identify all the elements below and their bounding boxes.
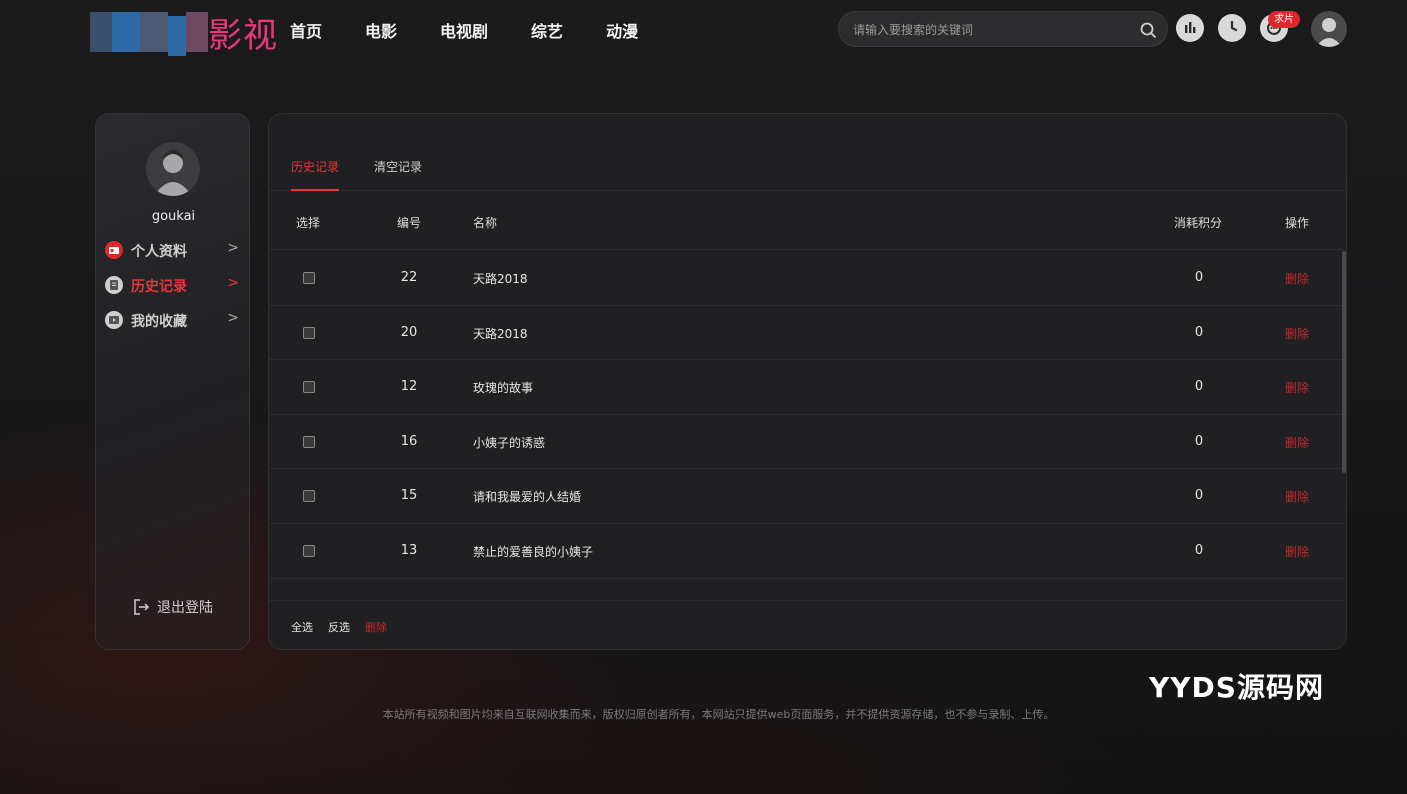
- nav-anime[interactable]: 动漫: [606, 18, 638, 42]
- batch-delete-button[interactable]: 删除: [365, 619, 387, 635]
- column-name: 名称: [473, 216, 498, 230]
- logo-pixel: [140, 12, 168, 52]
- logo-pixel: [168, 16, 186, 56]
- sidebar-item-label: 历史记录: [131, 279, 187, 295]
- column-id: 编号: [397, 216, 422, 230]
- logo-text: 影视: [208, 16, 278, 56]
- nav-variety[interactable]: 综艺: [531, 18, 563, 42]
- row-id: 12: [400, 379, 418, 395]
- row-checkbox[interactable]: [303, 326, 315, 339]
- table-row: 13 禁止的爱善良的小姨子 0 删除: [269, 524, 1344, 579]
- row-id: 13: [400, 542, 418, 558]
- logo-pixel: [186, 12, 208, 52]
- chevron-right-icon: >: [227, 240, 239, 256]
- row-title[interactable]: 天路2018: [473, 325, 528, 342]
- history-clock-icon[interactable]: [1218, 14, 1246, 42]
- chevron-right-icon: >: [227, 275, 239, 291]
- table-row: 15 请和我最爱的人结婚 0 删除: [269, 469, 1344, 524]
- nav-movies[interactable]: 电影: [365, 18, 397, 42]
- search-box: [838, 11, 1168, 47]
- column-points: 消耗积分: [1174, 216, 1223, 230]
- row-checkbox[interactable]: [303, 435, 315, 448]
- site-logo[interactable]: 影视: [90, 6, 280, 56]
- row-checkbox[interactable]: [303, 272, 315, 284]
- row-id: 16: [400, 433, 418, 449]
- nav-tv-series[interactable]: 电视剧: [440, 18, 488, 42]
- table-footer: 全选 反选 删除: [269, 600, 1344, 649]
- column-action: 操作: [1285, 216, 1310, 230]
- row-title[interactable]: 天路2018: [473, 270, 528, 287]
- row-points: 0: [1194, 270, 1204, 285]
- ranking-icon[interactable]: [1176, 14, 1204, 42]
- row-delete-button[interactable]: 删除: [1285, 543, 1309, 560]
- sidebar-item-profile[interactable]: 个人资料 >: [105, 238, 245, 264]
- table-row: 12 玫瑰的故事 0 删除: [269, 360, 1344, 415]
- copyright-notice: 本站所有视频和图片均来自互联网收集而来，版权归原创者所有，本网站只提供web页面…: [382, 708, 1055, 721]
- table-scrollbar[interactable]: [1342, 251, 1346, 473]
- top-header: 影视 首页 电影 电视剧 综艺 动漫 求片: [0, 0, 1407, 58]
- user-avatar[interactable]: [1311, 11, 1347, 47]
- sidebar-item-history[interactable]: 历史记录 >: [105, 273, 245, 299]
- row-title[interactable]: 玫瑰的故事: [473, 379, 533, 396]
- history-panel: 历史记录 清空记录 选择 编号 名称 消耗积分 操作 22 天路2018 0 删…: [268, 113, 1347, 650]
- row-delete-button[interactable]: 删除: [1285, 434, 1309, 451]
- row-delete-button[interactable]: 删除: [1285, 325, 1309, 342]
- row-points: 0: [1194, 324, 1204, 340]
- row-checkbox[interactable]: [303, 381, 315, 394]
- row-points: 0: [1194, 488, 1204, 504]
- table-row: 20 天路2018 0 删除: [269, 306, 1344, 361]
- column-select: 选择: [296, 216, 321, 230]
- select-all-button[interactable]: 全选: [291, 619, 313, 635]
- row-points: 0: [1194, 433, 1204, 449]
- row-points: 0: [1194, 379, 1204, 395]
- sidebar-item-favorites[interactable]: 我的收藏 >: [105, 308, 245, 334]
- row-delete-button[interactable]: 删除: [1285, 488, 1309, 505]
- sidebar-item-label: 个人资料: [131, 244, 187, 260]
- row-id: 22: [400, 270, 418, 285]
- favorite-video-icon: [105, 311, 123, 329]
- logo-pixel: [90, 12, 112, 52]
- row-delete-button[interactable]: 删除: [1285, 379, 1309, 396]
- history-table-body: 22 天路2018 0 删除 20 天路2018 0 删除 12 玫瑰的故事 0…: [269, 251, 1344, 601]
- row-title[interactable]: 请和我最爱的人结婚: [473, 488, 581, 505]
- search-input[interactable]: [853, 20, 1133, 40]
- table-header: 选择 编号 名称 消耗积分 操作: [269, 192, 1344, 250]
- id-card-icon: [105, 241, 123, 259]
- profile-avatar: [146, 142, 200, 196]
- row-id: 20: [400, 324, 418, 340]
- tab-history[interactable]: 历史记录: [291, 158, 340, 191]
- nav-home[interactable]: 首页: [290, 18, 322, 42]
- row-title[interactable]: 小姨子的诱惑: [473, 434, 545, 451]
- sidebar-item-label: 我的收藏: [131, 314, 187, 330]
- invert-selection-button[interactable]: 反选: [328, 619, 350, 635]
- main-nav: 首页 电影 电视剧 综艺 动漫: [290, 18, 681, 42]
- table-row: 16 小姨子的诱惑 0 删除: [269, 415, 1344, 470]
- row-delete-button[interactable]: 删除: [1285, 270, 1309, 287]
- watermark-text: YYDS源码网: [1149, 671, 1324, 704]
- logout-icon: [134, 599, 150, 615]
- row-title[interactable]: 禁止的爱善良的小姨子: [473, 543, 593, 560]
- logout-button[interactable]: 退出登陆: [132, 596, 232, 618]
- user-sidebar: goukai 个人资料 > 历史记录 > 我的收藏 > 退出登陆: [95, 113, 250, 650]
- history-doc-icon: [105, 276, 123, 294]
- panel-tabs: 历史记录 清空记录: [269, 114, 1346, 191]
- logo-pixel: [112, 12, 140, 52]
- search-icon[interactable]: [1139, 21, 1157, 39]
- tab-clear-history[interactable]: 清空记录: [374, 158, 422, 189]
- row-checkbox[interactable]: [303, 544, 315, 557]
- request-badge[interactable]: 求片: [1268, 11, 1300, 28]
- table-row: 22 天路2018 0 删除: [269, 251, 1344, 306]
- logout-label: 退出登陆: [157, 600, 213, 616]
- row-id: 15: [400, 488, 418, 504]
- row-checkbox[interactable]: [303, 490, 315, 503]
- profile-username: goukai: [151, 209, 196, 224]
- row-points: 0: [1194, 542, 1204, 558]
- chevron-right-icon: >: [227, 310, 239, 326]
